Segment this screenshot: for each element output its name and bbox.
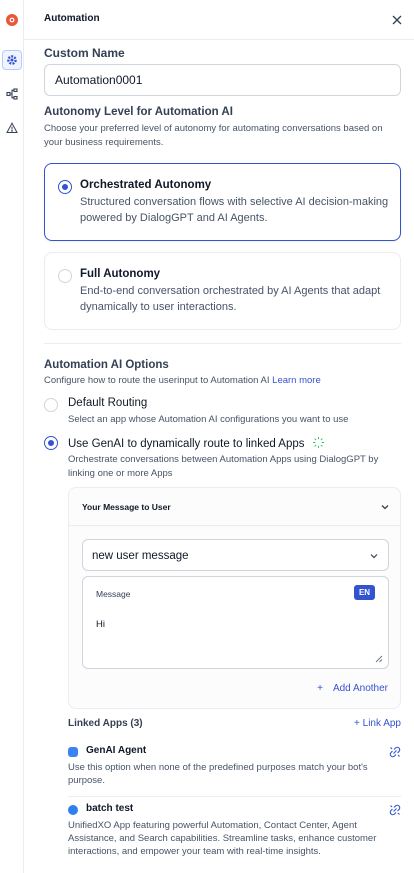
default-routing-radio[interactable] — [44, 398, 58, 412]
left-rail — [0, 0, 24, 873]
message-value[interactable]: Hi — [96, 619, 105, 630]
automation-panel: Automation Custom Name Automation0001 Au… — [24, 0, 414, 873]
message-panel-header[interactable]: Your Message to User — [69, 488, 400, 526]
unlink-icon[interactable] — [389, 804, 401, 816]
linked-app-name: batch test — [86, 803, 134, 814]
panel-header: Automation — [24, 0, 414, 40]
app-divider — [68, 796, 401, 797]
message-to-user-panel: Your Message to User new user message Me… — [68, 487, 401, 709]
plus-icon: + — [317, 683, 323, 694]
app-logo-icon[interactable] — [2, 10, 22, 30]
add-another-button[interactable]: + Add Another — [317, 683, 388, 694]
orchestrated-autonomy-card[interactable]: Orchestrated Autonomy Structured convers… — [44, 163, 401, 241]
full-autonomy-title: Full Autonomy — [80, 268, 161, 280]
section-divider — [44, 343, 401, 344]
sparkle-ai-icon — [312, 437, 324, 448]
linked-app-item: GenAI Agent Use this option when none of… — [68, 745, 401, 795]
learn-more-link[interactable]: Learn more — [272, 375, 321, 386]
full-autonomy-description: End-to-end conversation orchestrated by … — [80, 285, 381, 313]
full-autonomy-radio[interactable] — [58, 269, 72, 283]
flow-hierarchy-icon[interactable] — [2, 84, 22, 104]
message-type-select[interactable]: new user message — [82, 539, 389, 571]
resize-handle-icon[interactable] — [375, 655, 383, 663]
linked-app-description: Use this option when none of the predefi… — [68, 762, 368, 786]
autonomy-title: Autonomy Level for Automation AI — [44, 106, 233, 118]
settings-gear-icon[interactable] — [2, 50, 22, 70]
linked-apps-title: Linked Apps (3) — [68, 718, 143, 729]
linked-app-item: batch test UnifiedXO App featuring power… — [68, 803, 401, 871]
linked-app-description: UnifiedXO App featuring powerful Automat… — [68, 820, 377, 857]
orchestrated-autonomy-radio[interactable] — [58, 180, 72, 194]
unlink-icon[interactable] — [389, 746, 401, 758]
chevron-down-icon — [370, 554, 378, 559]
ai-options-description: Configure how to route the userinput to … — [44, 374, 401, 388]
message-textarea[interactable]: Message EN Hi — [82, 576, 389, 669]
custom-name-input[interactable]: Automation0001 — [44, 64, 401, 96]
orchestrated-autonomy-description: Structured conversation flows with selec… — [80, 196, 389, 224]
genai-routing-radio[interactable] — [44, 436, 58, 450]
linked-app-name: GenAI Agent — [86, 745, 147, 756]
message-type-value: new user message — [92, 550, 189, 562]
close-icon[interactable] — [390, 13, 404, 27]
panel-title: Automation — [44, 13, 100, 24]
orchestrated-autonomy-title: Orchestrated Autonomy — [80, 179, 212, 191]
full-autonomy-card[interactable]: Full Autonomy End-to-end conversation or… — [44, 252, 401, 330]
chevron-down-icon[interactable] — [380, 502, 390, 512]
warning-icon[interactable] — [2, 118, 22, 138]
default-routing-title[interactable]: Default Routing — [68, 397, 147, 409]
message-panel-title: Your Message to User — [82, 502, 171, 512]
ai-options-description-text: Configure how to route the userinput to … — [44, 375, 270, 386]
message-label: Message — [96, 589, 131, 599]
genai-routing-description: Orchestrate conversations between Automa… — [68, 454, 379, 479]
genai-routing-title-text: Use GenAI to dynamically route to linked… — [68, 438, 305, 450]
ai-options-title: Automation AI Options — [44, 359, 169, 371]
autonomy-description: Choose your preferred level of autonomy … — [44, 123, 383, 148]
genai-routing-title[interactable]: Use GenAI to dynamically route to linked… — [68, 436, 325, 450]
language-badge[interactable]: EN — [354, 585, 375, 600]
add-another-label: Add Another — [332, 683, 388, 694]
batch-test-icon — [68, 805, 78, 815]
genai-agent-icon — [68, 747, 78, 757]
custom-name-label: Custom Name — [44, 46, 125, 60]
link-app-button[interactable]: + Link App — [354, 718, 401, 729]
default-routing-description: Select an app whose Automation AI config… — [68, 414, 349, 425]
